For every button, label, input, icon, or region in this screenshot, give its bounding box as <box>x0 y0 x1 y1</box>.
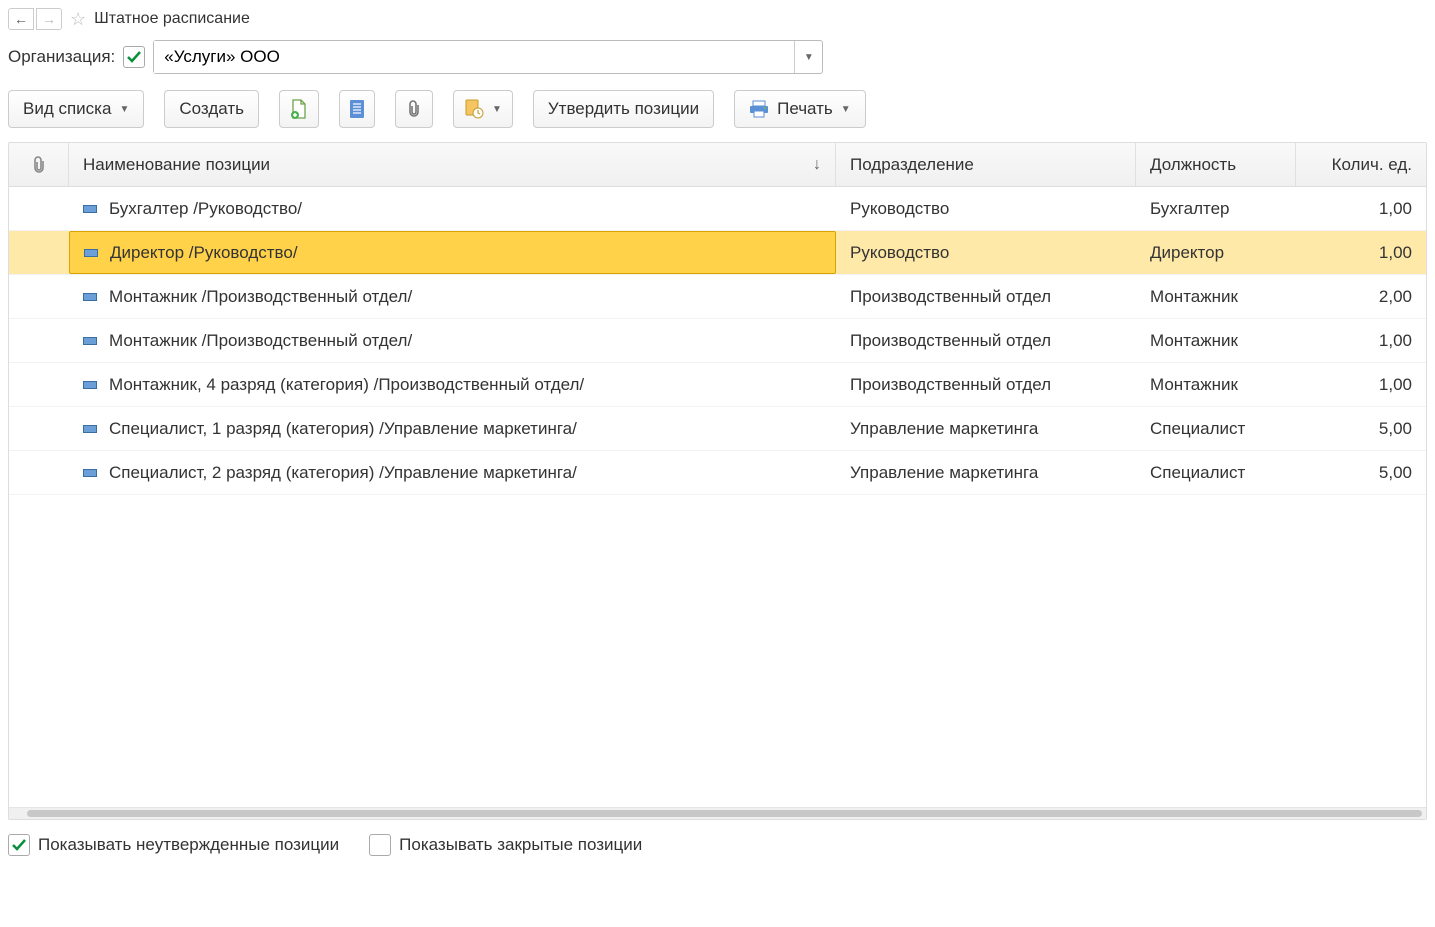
new-document-button[interactable] <box>279 90 319 128</box>
item-icon <box>83 337 97 345</box>
row-position: Директор <box>1136 243 1296 263</box>
horizontal-scrollbar[interactable] <box>9 807 1426 819</box>
table-row[interactable]: Специалист, 2 разряд (категория) /Управл… <box>9 451 1426 495</box>
approve-positions-button[interactable]: Утвердить позиции <box>533 90 714 128</box>
organization-label: Организация: <box>8 47 115 67</box>
row-position: Специалист <box>1136 463 1296 483</box>
chevron-down-icon: ▼ <box>492 104 502 115</box>
nav-back-button[interactable]: ← <box>8 8 34 30</box>
row-name: Монтажник /Производственный отдел/ <box>109 287 412 307</box>
column-dept-label: Подразделение <box>850 155 974 175</box>
attach-button[interactable] <box>395 90 433 128</box>
list-icon <box>350 100 364 118</box>
row-department: Управление маркетинга <box>836 463 1136 483</box>
organization-input[interactable] <box>154 41 794 73</box>
create-label: Создать <box>179 99 244 119</box>
show-closed-checkbox[interactable] <box>369 834 391 856</box>
column-name[interactable]: Наименование позиции ↓ <box>69 143 836 186</box>
item-icon <box>83 469 97 477</box>
row-name: Монтажник /Производственный отдел/ <box>109 331 412 351</box>
document-add-icon <box>290 99 308 119</box>
table-header: Наименование позиции ↓ Подразделение Дол… <box>9 143 1426 187</box>
column-position-label: Должность <box>1150 155 1236 175</box>
row-name: Директор /Руководство/ <box>110 243 298 263</box>
row-name: Специалист, 1 разряд (категория) /Управл… <box>109 419 577 439</box>
row-quantity: 1,00 <box>1296 199 1426 219</box>
row-department: Управление маркетинга <box>836 419 1136 439</box>
row-quantity: 2,00 <box>1296 287 1426 307</box>
organization-checkbox[interactable] <box>123 46 145 68</box>
row-name: Специалист, 2 разряд (категория) /Управл… <box>109 463 577 483</box>
list-button[interactable] <box>339 90 375 128</box>
column-qty-label: Колич. ед. <box>1332 155 1412 175</box>
scrollbar-thumb[interactable] <box>27 810 1422 817</box>
row-position: Специалист <box>1136 419 1296 439</box>
row-quantity: 1,00 <box>1296 243 1426 263</box>
print-button[interactable]: Печать ▼ <box>734 90 866 128</box>
row-quantity: 5,00 <box>1296 419 1426 439</box>
chevron-down-icon: ▼ <box>119 104 129 115</box>
table-row[interactable]: Специалист, 1 разряд (категория) /Управл… <box>9 407 1426 451</box>
column-name-label: Наименование позиции <box>83 155 270 175</box>
item-icon <box>83 381 97 389</box>
view-list-label: Вид списка <box>23 99 111 119</box>
row-position: Монтажник <box>1136 375 1296 395</box>
row-quantity: 5,00 <box>1296 463 1426 483</box>
sort-ascending-icon: ↓ <box>813 156 821 174</box>
column-department[interactable]: Подразделение <box>836 143 1136 186</box>
favorite-star-icon[interactable]: ☆ <box>70 9 86 30</box>
row-position: Бухгалтер <box>1136 199 1296 219</box>
row-name: Монтажник, 4 разряд (категория) /Произво… <box>109 375 584 395</box>
row-department: Руководство <box>836 199 1136 219</box>
organization-dropdown-button[interactable]: ▼ <box>794 41 822 73</box>
approve-label: Утвердить позиции <box>548 99 699 119</box>
chevron-down-icon: ▼ <box>841 104 851 115</box>
positions-table: Наименование позиции ↓ Подразделение Дол… <box>8 142 1427 820</box>
row-department: Руководство <box>836 243 1136 263</box>
table-row[interactable]: Монтажник, 4 разряд (категория) /Произво… <box>9 363 1426 407</box>
table-row[interactable]: Монтажник /Производственный отдел/Произв… <box>9 275 1426 319</box>
history-button[interactable]: ▼ <box>453 90 513 128</box>
show-unapproved-label: Показывать неутвержденные позиции <box>38 835 339 855</box>
paperclip-icon <box>406 100 422 118</box>
row-quantity: 1,00 <box>1296 375 1426 395</box>
view-list-button[interactable]: Вид списка ▼ <box>8 90 144 128</box>
window-title: Штатное расписание <box>94 10 250 28</box>
row-department: Производственный отдел <box>836 375 1136 395</box>
printer-icon <box>749 100 769 118</box>
row-name: Бухгалтер /Руководство/ <box>109 199 302 219</box>
column-position[interactable]: Должность <box>1136 143 1296 186</box>
table-row[interactable]: Бухгалтер /Руководство/РуководствоБухгал… <box>9 187 1426 231</box>
column-attachment[interactable] <box>9 143 69 186</box>
nav-forward-button[interactable]: → <box>36 8 62 30</box>
row-department: Производственный отдел <box>836 331 1136 351</box>
row-department: Производственный отдел <box>836 287 1136 307</box>
item-icon <box>83 293 97 301</box>
paperclip-icon <box>31 156 47 174</box>
item-icon <box>84 249 98 257</box>
create-button[interactable]: Создать <box>164 90 259 128</box>
table-row[interactable]: Директор /Руководство/РуководствоДиректо… <box>9 231 1426 275</box>
document-clock-icon <box>464 99 484 119</box>
item-icon <box>83 425 97 433</box>
print-label: Печать <box>777 99 833 119</box>
column-quantity[interactable]: Колич. ед. <box>1296 143 1426 186</box>
item-icon <box>83 205 97 213</box>
row-position: Монтажник <box>1136 331 1296 351</box>
row-quantity: 1,00 <box>1296 331 1426 351</box>
show-closed-label: Показывать закрытые позиции <box>399 835 642 855</box>
table-row[interactable]: Монтажник /Производственный отдел/Произв… <box>9 319 1426 363</box>
show-unapproved-checkbox[interactable] <box>8 834 30 856</box>
row-position: Монтажник <box>1136 287 1296 307</box>
